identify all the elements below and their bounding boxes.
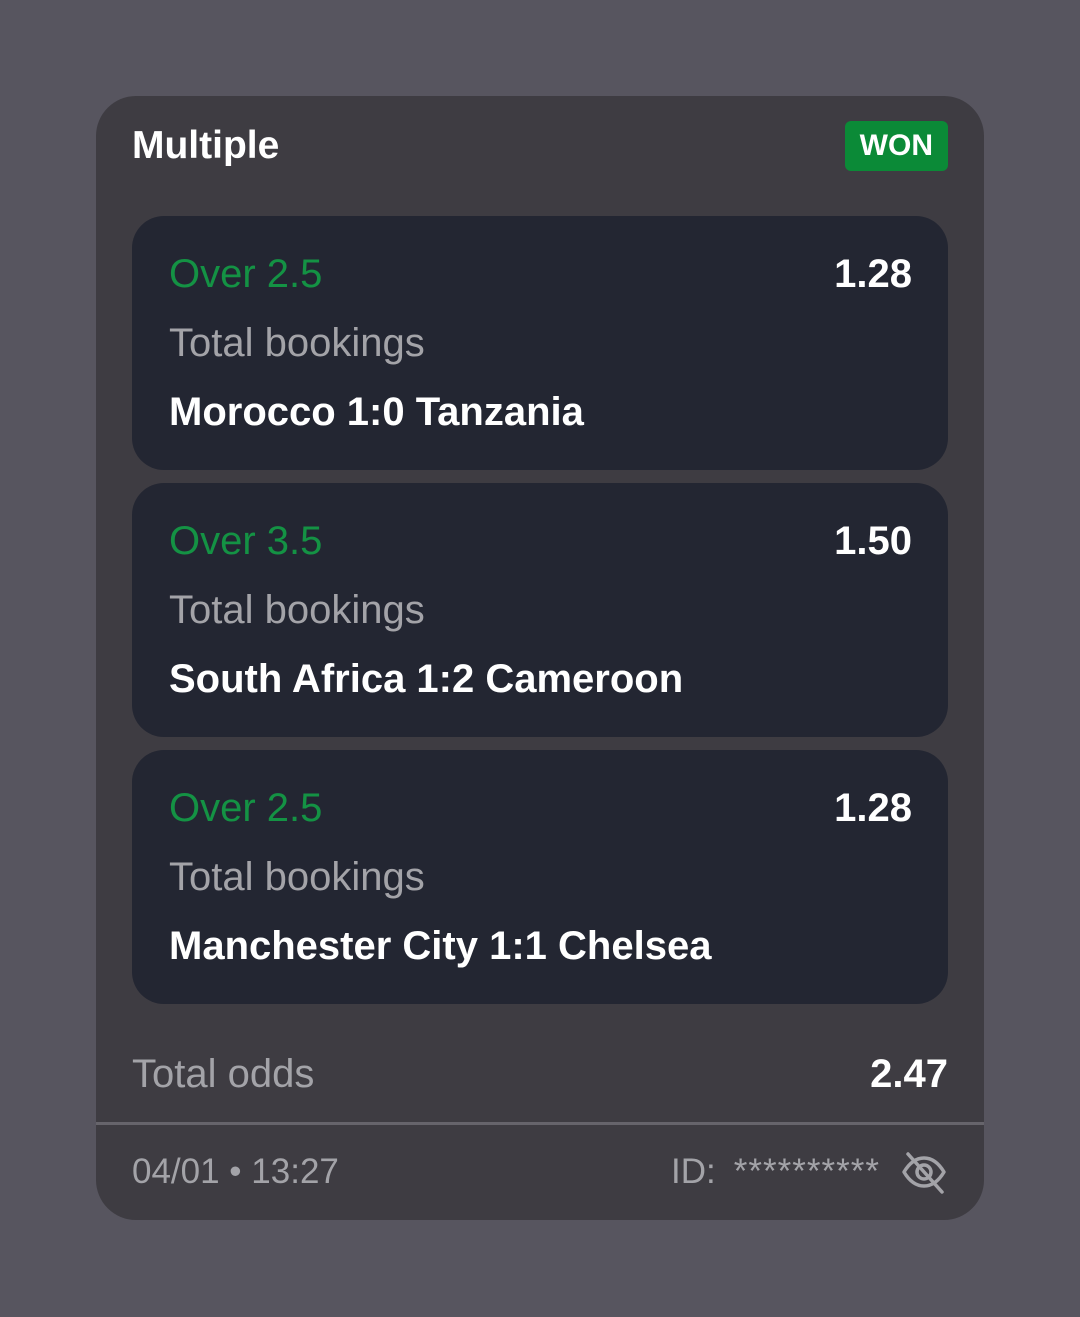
- divider: [96, 1122, 984, 1125]
- bet-leg: Over 2.5 1.28 Total bookings Manchester …: [132, 750, 948, 1004]
- bet-timestamp: 04/01 • 13:27: [132, 1152, 339, 1191]
- bet-leg: Over 3.5 1.50 Total bookings South Afric…: [132, 483, 948, 737]
- bet-footer: 04/01 • 13:27 ID: **********: [132, 1144, 948, 1200]
- leg-market: Total bookings: [169, 321, 425, 365]
- bet-leg: Over 2.5 1.28 Total bookings Morocco 1:0…: [132, 216, 948, 470]
- leg-match: Manchester City 1:1 Chelsea: [169, 924, 712, 968]
- leg-selection: Over 2.5: [169, 252, 323, 296]
- bet-id-label: ID:: [671, 1152, 716, 1191]
- leg-odds: 1.28: [834, 252, 912, 296]
- leg-selection: Over 3.5: [169, 519, 323, 563]
- leg-match: Morocco 1:0 Tanzania: [169, 390, 584, 434]
- leg-match: South Africa 1:2 Cameroon: [169, 657, 684, 701]
- eye-off-icon[interactable]: [900, 1148, 948, 1196]
- leg-selection: Over 2.5: [169, 786, 323, 830]
- total-odds-row: Total odds 2.47: [132, 1052, 948, 1097]
- bet-id-value: **********: [733, 1152, 880, 1191]
- bet-card: Multiple WON Over 2.5 1.28 Total booking…: [96, 96, 984, 1220]
- total-odds-value: 2.47: [870, 1052, 948, 1096]
- bet-id-group: ID: **********: [671, 1148, 948, 1196]
- total-odds-label: Total odds: [132, 1052, 315, 1096]
- leg-market: Total bookings: [169, 588, 425, 632]
- bet-type-title: Multiple: [132, 124, 280, 167]
- leg-market: Total bookings: [169, 855, 425, 899]
- leg-odds: 1.28: [834, 786, 912, 830]
- status-badge: WON: [844, 121, 948, 171]
- bet-header: Multiple WON: [132, 120, 948, 172]
- bet-legs-list: Over 2.5 1.28 Total bookings Morocco 1:0…: [132, 216, 948, 1017]
- leg-odds: 1.50: [834, 519, 912, 563]
